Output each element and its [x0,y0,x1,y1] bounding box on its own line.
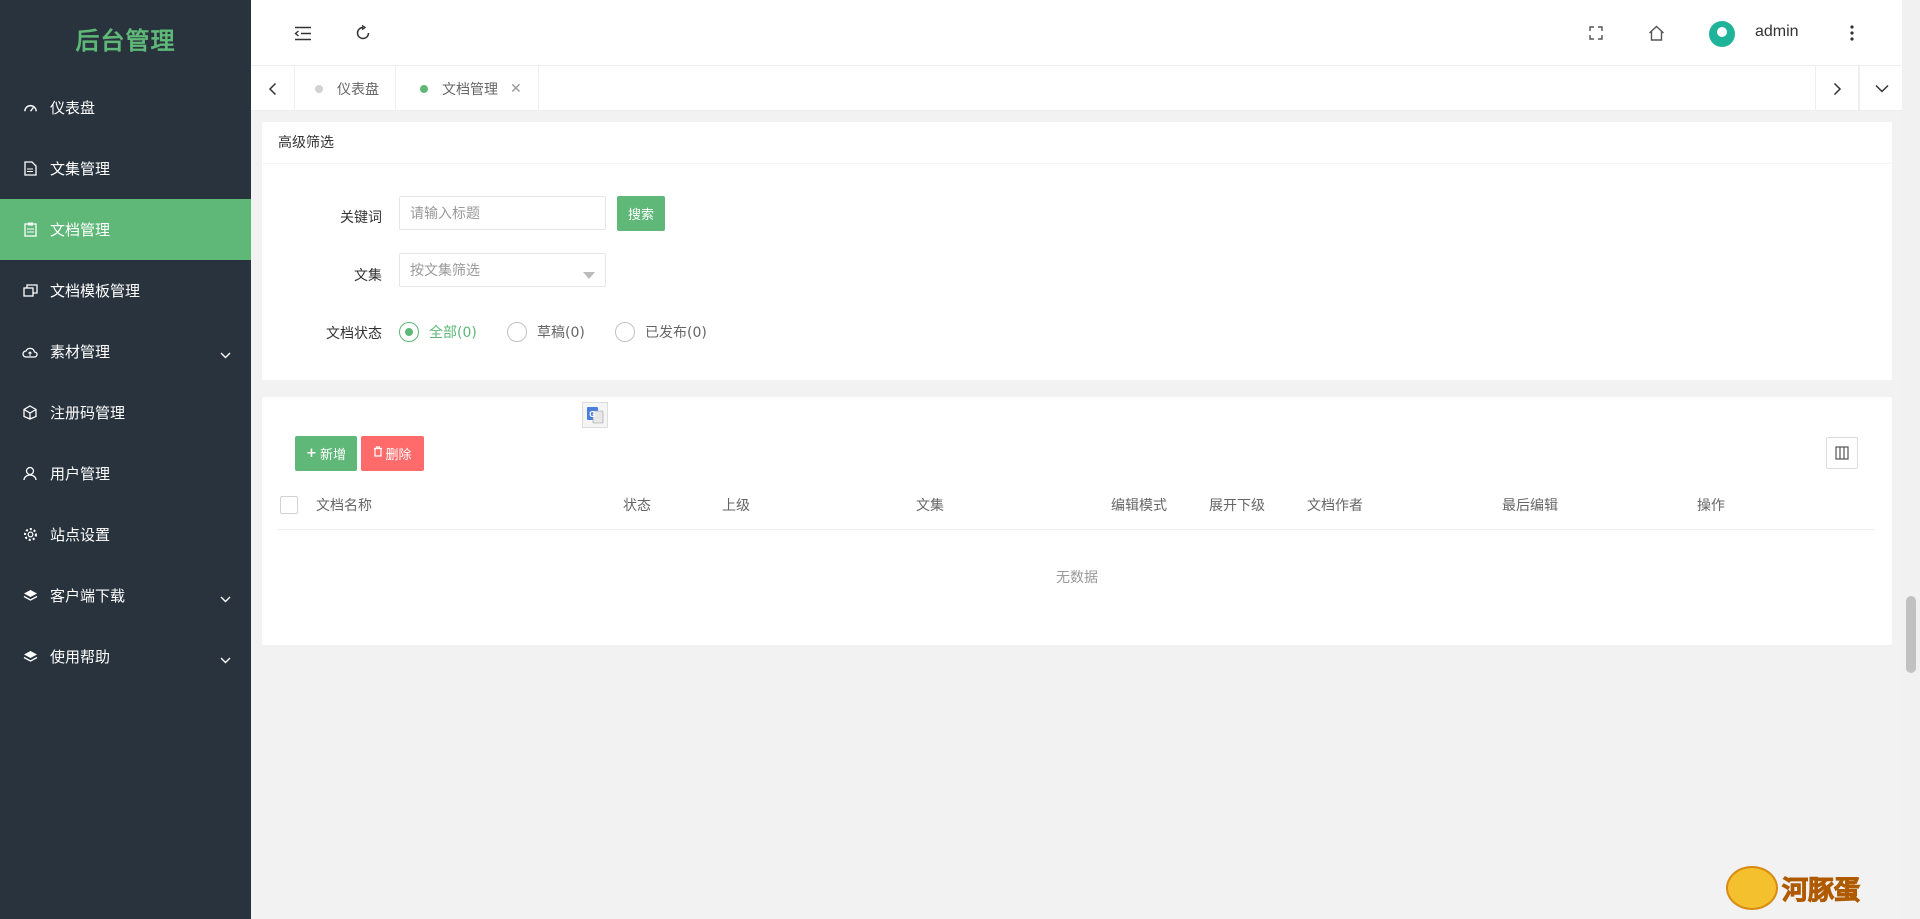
collection-label: 文集 [354,268,382,284]
tab-dashboard[interactable]: 仪表盘 [295,66,396,111]
select-all-checkbox[interactable] [280,496,298,514]
keyword-label: 关键词 [340,210,382,226]
template-icon [22,283,38,299]
add-button[interactable]: + 新增 [295,436,357,471]
file-icon [22,161,38,177]
sidebar-item-users[interactable]: 用户管理 [0,443,251,504]
sidebar-item-label: 客户端下载 [50,587,126,605]
close-icon[interactable]: ✕ [510,81,522,97]
app-logo: 后台管理 [75,27,176,55]
tab-scroll-right-button[interactable] [1815,66,1859,111]
layers-icon [22,588,38,604]
menu-fold-icon[interactable] [288,18,318,48]
sidebar-item-templates[interactable]: 文档模板管理 [0,260,251,321]
refresh-icon[interactable] [348,18,378,48]
tab-documents[interactable]: 文档管理 ✕ [400,66,539,111]
tab-scroll-left-button[interactable] [251,66,295,111]
sidebar-item-documents[interactable]: 文档管理 [0,199,251,260]
keyword-input[interactable]: 请输入标题 [399,196,606,230]
tab-bar: 仪表盘 文档管理 ✕ [251,66,1902,111]
sidebar-item-client-download[interactable]: 客户端下载 [0,565,251,626]
page-scrollbar[interactable] [1902,0,1920,919]
collection-select[interactable]: 按文集筛选 [399,253,606,287]
delete-button[interactable]: 删除 [361,436,424,471]
chevron-down-icon [220,589,231,607]
translate-icon[interactable]: G [582,402,608,428]
duck-mascot-icon [1726,866,1778,910]
status-radio-draft[interactable]: 草稿(0) [507,322,585,342]
chevron-down-icon [220,345,231,363]
column-header[interactable]: 文集 [916,495,944,515]
home-icon[interactable] [1641,18,1671,48]
columns-toggle-icon[interactable] [1826,437,1858,469]
sidebar-item-materials[interactable]: 素材管理 [0,321,251,382]
sidebar-item-register-codes[interactable]: 注册码管理 [0,382,251,443]
radio-label: 已发布(0) [645,325,707,341]
gear-icon [22,527,38,543]
sidebar-item-label: 仪表盘 [50,99,96,117]
status-label: 文档状态 [326,326,382,342]
sidebar-item-label: 文档管理 [50,221,111,239]
filter-title: 高级筛选 [262,122,1892,164]
sidebar-item-label: 站点设置 [50,526,111,544]
sidebar-item-label: 文集管理 [50,160,111,178]
trash-icon [373,446,383,461]
sidebar-item-label: 用户管理 [50,465,111,483]
tab-label: 仪表盘 [337,81,379,98]
document-icon [22,222,38,238]
user-icon [22,466,38,482]
search-button[interactable]: 搜索 [617,196,665,231]
fullscreen-icon[interactable] [1581,18,1611,48]
keyword-placeholder: 请输入标题 [410,206,480,222]
column-header[interactable]: 最后编辑 [1502,495,1558,515]
column-header[interactable]: 状态 [623,495,651,515]
radio-label: 全部(0) [429,325,477,341]
sidebar-item-label: 使用帮助 [50,648,111,666]
sidebar-item-label: 素材管理 [50,343,111,361]
caret-down-icon [583,267,595,283]
tab-label: 文档管理 [442,81,498,98]
svg-text:G: G [589,410,595,419]
cube-icon [22,405,38,421]
sidebar-item-dashboard[interactable]: 仪表盘 [0,77,251,138]
table-card [262,397,1892,645]
sidebar-item-site-settings[interactable]: 站点设置 [0,504,251,565]
top-header: admin [251,0,1902,66]
sidebar-item-help[interactable]: 使用帮助 [0,626,251,687]
watermark-logo: 河豚蛋 [1726,866,1861,910]
column-header[interactable]: 文档名称 [316,495,372,515]
sidebar-item-label: 注册码管理 [50,404,126,422]
sidebar-item-collections[interactable]: 文集管理 [0,138,251,199]
tab-dropdown-button[interactable] [1859,66,1903,111]
plus-icon: + [306,446,317,461]
column-header[interactable]: 上级 [722,495,750,515]
cloud-icon [22,344,38,360]
table-header-divider [277,529,1875,530]
help-layers-icon [22,649,38,665]
sidebar-item-label: 文档模板管理 [50,282,141,300]
username[interactable]: admin [1755,23,1799,41]
sidebar: 后台管理 仪表盘 文集管理 文档管理 文档模板管理 素材管理 注册码管理 用户管… [0,0,251,919]
collection-placeholder: 按文集筛选 [410,263,480,279]
dashboard-icon [22,100,38,116]
chevron-down-icon [220,650,231,668]
column-header[interactable]: 编辑模式 [1111,495,1167,515]
empty-state: 无数据 [1056,570,1098,586]
radio-label: 草稿(0) [537,325,585,341]
column-header[interactable]: 展开下级 [1209,495,1265,515]
status-radio-all[interactable]: 全部(0) [399,322,477,342]
more-vertical-icon[interactable] [1837,18,1867,48]
status-radio-published[interactable]: 已发布(0) [615,322,707,342]
avatar[interactable] [1709,21,1735,47]
column-header[interactable]: 操作 [1697,495,1725,515]
scrollbar-thumb[interactable] [1906,596,1916,673]
column-header[interactable]: 文档作者 [1307,495,1363,515]
